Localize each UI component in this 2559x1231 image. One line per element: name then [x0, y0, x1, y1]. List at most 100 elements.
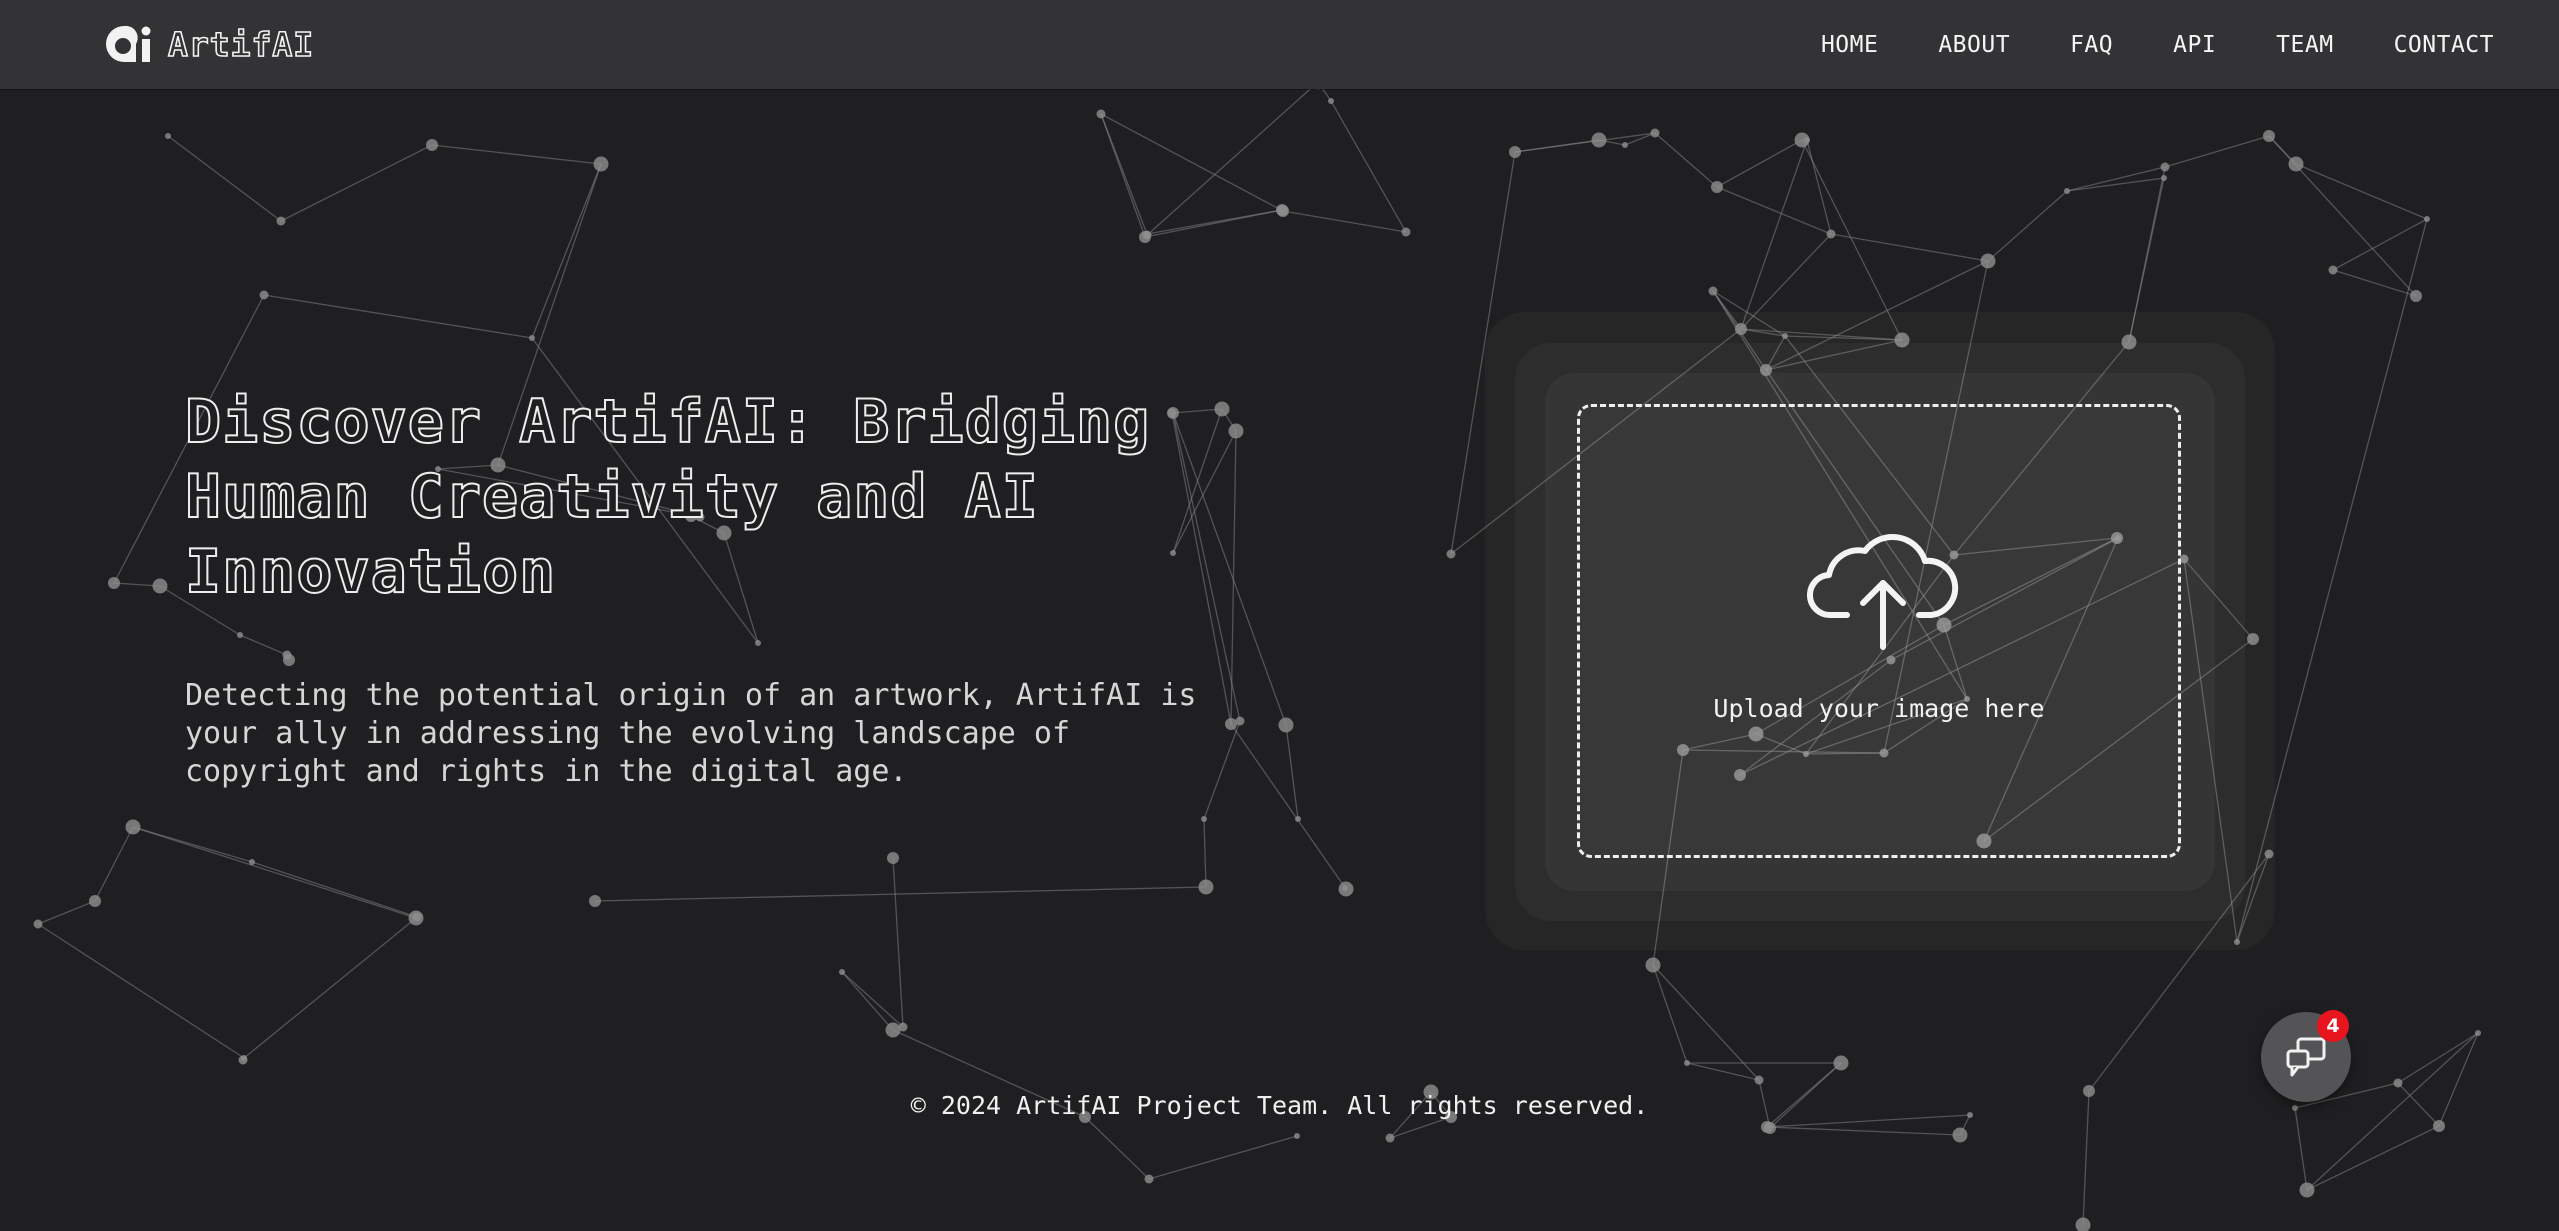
network-node [2328, 265, 2338, 275]
network-node [1214, 401, 1230, 417]
network-node [238, 1055, 248, 1065]
chat-icon [2286, 1037, 2326, 1077]
network-line [1716, 186, 1832, 235]
network-line [280, 144, 433, 222]
nav-api[interactable]: API [2173, 32, 2216, 58]
upload-dropzone[interactable]: Upload your image here [1577, 404, 2181, 858]
network-line [2164, 135, 2270, 168]
network-line [243, 917, 417, 1059]
network-line [1148, 1135, 1298, 1180]
network-node [1754, 1075, 1764, 1085]
network-node [1295, 816, 1301, 822]
network-line [892, 857, 904, 1028]
brand[interactable]: ArtifAI [104, 22, 314, 66]
network-node [1952, 1127, 1968, 1143]
network-line [251, 861, 418, 918]
network-line [1514, 132, 1656, 153]
hero-description: Detecting the potential origin of an art… [185, 678, 1197, 789]
network-node [755, 640, 761, 646]
network-line [1686, 1062, 1760, 1081]
network-node [1198, 879, 1214, 895]
top-navbar: ArtifAI HOME ABOUT FAQ API TEAM CONTACT [0, 0, 2559, 89]
network-node [2263, 130, 2275, 142]
network-line [1652, 964, 1688, 1064]
chat-button[interactable]: 4 [2261, 1010, 2351, 1102]
network-node [2410, 290, 2422, 302]
main-nav: HOME ABOUT FAQ API TEAM CONTACT [1761, 0, 2494, 89]
network-node [898, 1022, 908, 1032]
network-node [1201, 816, 1207, 822]
network-line [132, 826, 417, 919]
network-node [1096, 109, 1106, 119]
network-node [283, 654, 295, 666]
network-line [2332, 218, 2428, 271]
network-line [431, 144, 602, 165]
network-node [165, 133, 171, 139]
network-line [1330, 100, 1407, 233]
network-line [263, 294, 533, 339]
network-line [1830, 233, 1989, 262]
network-node [1144, 1174, 1154, 1184]
network-node [2393, 1078, 2403, 1088]
network-node [426, 139, 438, 151]
network-node [1833, 1055, 1849, 1071]
nav-team[interactable]: TEAM [2276, 32, 2333, 58]
network-line [1100, 113, 1284, 212]
nav-contact[interactable]: CONTACT [2394, 32, 2494, 58]
network-node [89, 895, 101, 907]
network-node [1142, 230, 1152, 240]
network-node [1708, 286, 1718, 296]
network-line [2397, 1032, 2479, 1084]
network-line [841, 971, 904, 1028]
network-node [412, 912, 422, 922]
upload-label: Upload your image here [1713, 694, 2045, 723]
network-line [594, 886, 1207, 902]
network-node [1446, 549, 1456, 559]
network-node [529, 335, 535, 341]
network-line [1282, 210, 1407, 233]
cloud-upload-icon [1807, 534, 1959, 650]
network-node [1328, 98, 1334, 104]
network-node [1645, 957, 1661, 973]
network-node [1278, 717, 1294, 733]
network-line [94, 826, 134, 902]
network-line [1987, 190, 2068, 262]
network-node [1804, 137, 1810, 143]
network-node [1591, 132, 1607, 148]
network-node [1980, 253, 1996, 269]
network-node [1684, 1060, 1690, 1066]
network-node [33, 919, 43, 929]
artifai-logo-icon [106, 25, 151, 62]
nav-faq[interactable]: FAQ [2070, 32, 2113, 58]
network-node [249, 859, 255, 865]
network-line [1766, 1126, 1961, 1136]
network-node [2424, 216, 2430, 222]
network-node [125, 819, 141, 835]
network-node [1228, 423, 1244, 439]
network-node [2433, 1120, 2445, 1132]
network-node [1342, 885, 1348, 891]
network-line [531, 163, 602, 339]
network-node [887, 852, 899, 864]
network-node [1509, 146, 1521, 158]
network-node [1826, 229, 1836, 239]
network-node [2161, 175, 2167, 181]
network-line [2306, 1125, 2440, 1191]
nav-home[interactable]: HOME [1821, 32, 1878, 58]
notification-badge: 4 [2317, 1010, 2349, 1042]
network-node [1294, 1133, 1300, 1139]
network-node [1225, 718, 1237, 730]
network-node [1385, 1133, 1395, 1143]
nav-about[interactable]: ABOUT [1938, 32, 2010, 58]
network-node [589, 895, 601, 907]
network-node [2475, 1030, 2481, 1036]
network-node [2288, 156, 2304, 172]
network-node [885, 1022, 901, 1038]
footer-copyright: © 2024 ArtifAI Project Team. All rights … [910, 1091, 1649, 1120]
network-line [239, 634, 288, 656]
network-line [37, 923, 245, 1059]
network-node [237, 632, 243, 638]
network-line [1084, 1116, 1150, 1180]
network-line [841, 971, 894, 1031]
network-node [152, 578, 168, 594]
